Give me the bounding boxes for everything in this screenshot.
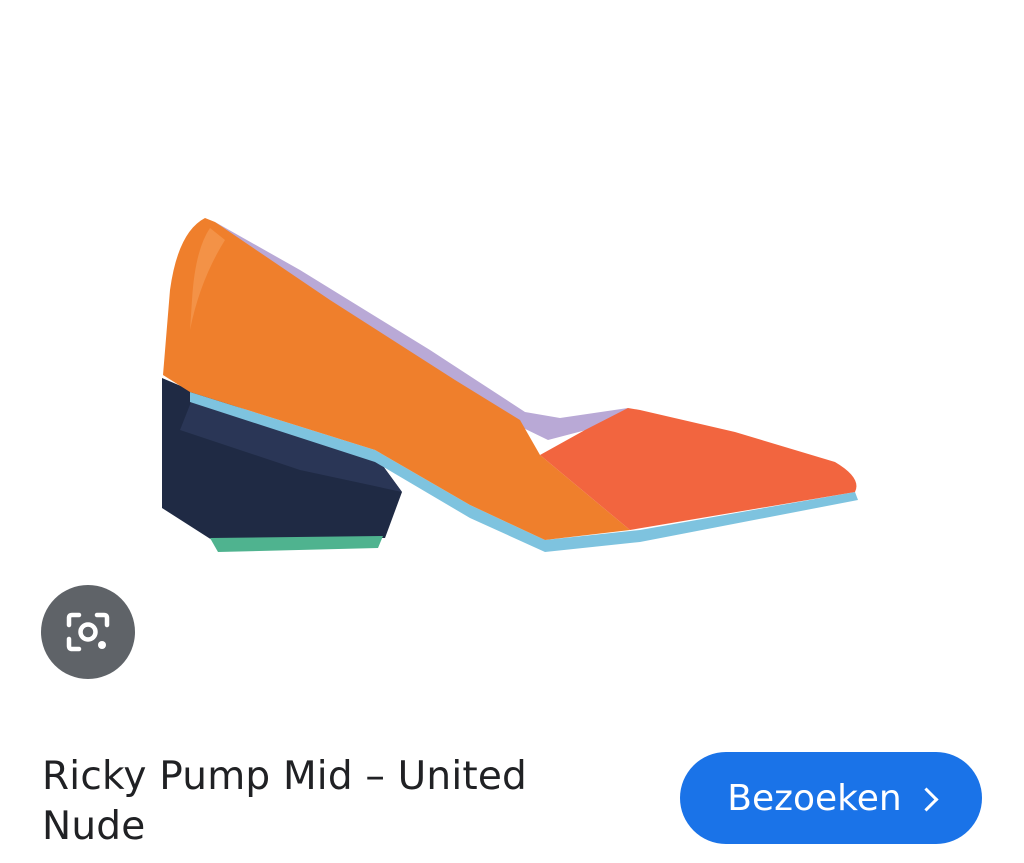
visit-button-label: Bezoeken	[727, 777, 902, 819]
chevron-right-icon	[914, 786, 939, 812]
lens-button[interactable]	[41, 585, 135, 679]
product-page: Ricky Pump Mid – United Nude Bezoeken	[0, 0, 1024, 863]
product-title[interactable]: Ricky Pump Mid – United Nude	[42, 752, 602, 852]
heel-tip	[210, 536, 383, 552]
google-lens-icon	[66, 612, 110, 652]
shoe-image[interactable]	[0, 0, 1024, 580]
visit-button[interactable]: Bezoeken	[680, 752, 982, 844]
